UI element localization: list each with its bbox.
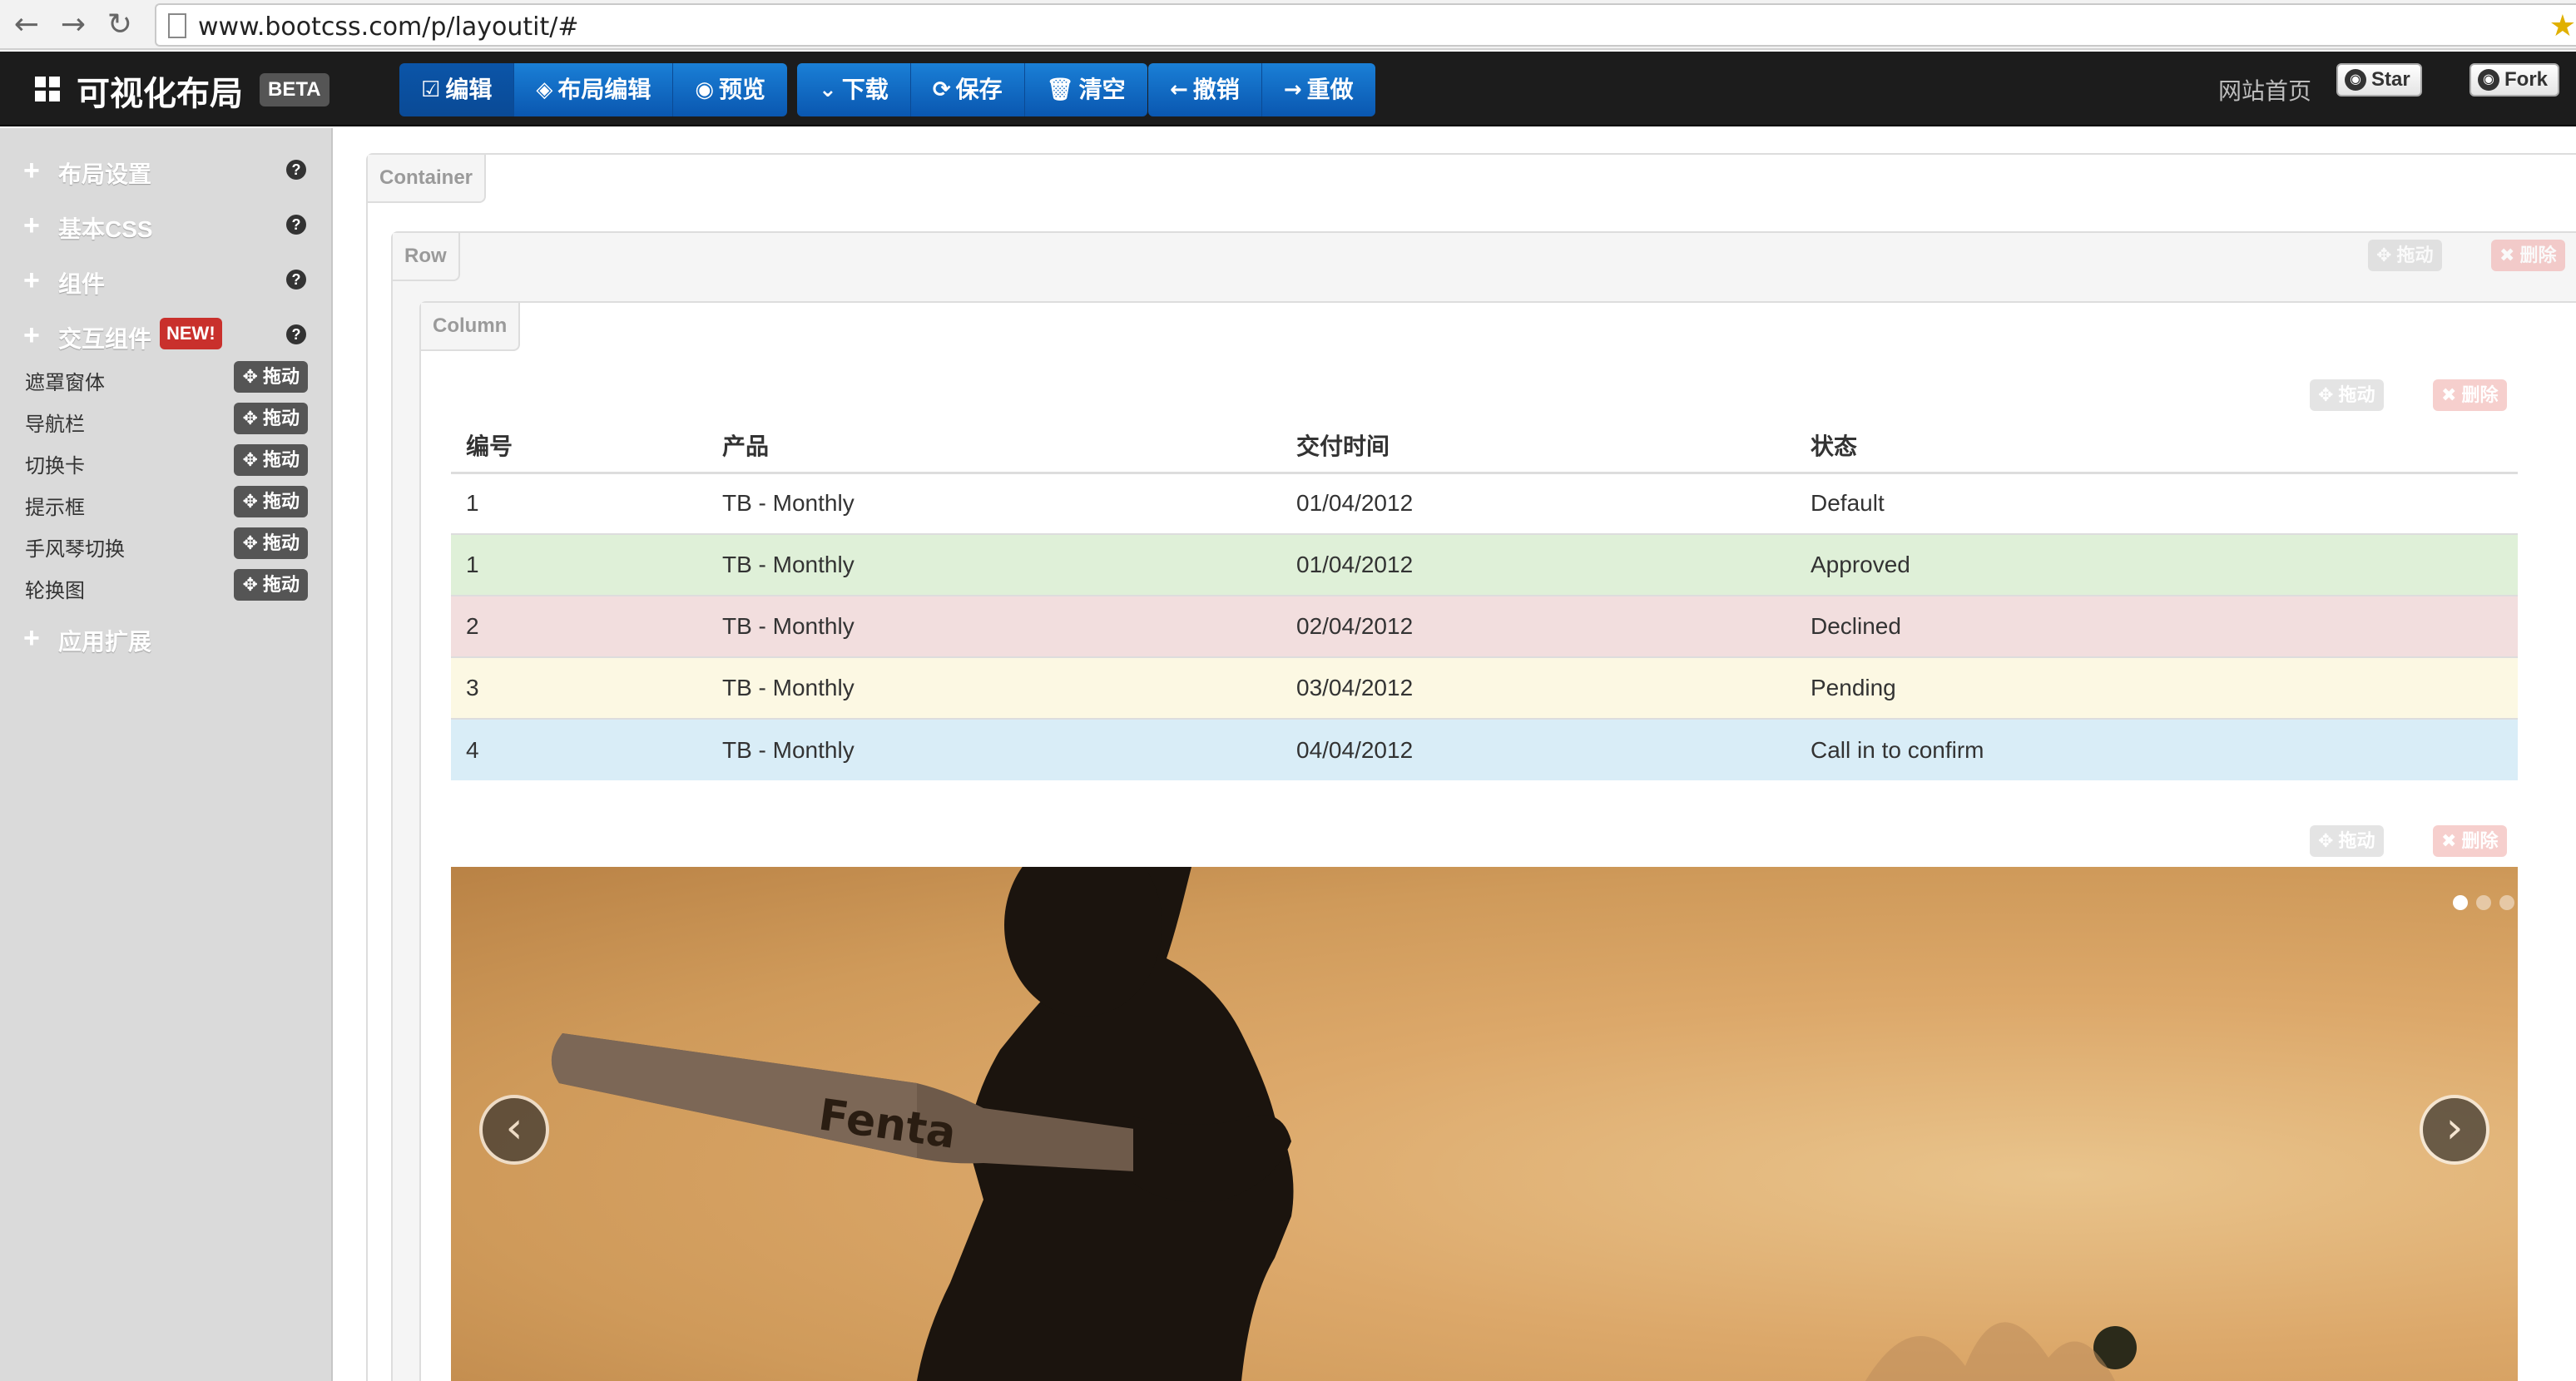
trash-icon: 🗑 (1046, 77, 1074, 102)
plus-icon: + (23, 265, 40, 296)
row-drag-button[interactable]: ✥ 拖动 (2368, 240, 2442, 271)
table-header-row: 编号 产品 交付时间 状态 (451, 419, 2518, 474)
component-item-modal: 遮罩窗体 ✥ 拖动 (25, 361, 308, 394)
bookmark-star-icon[interactable]: ★ (2549, 8, 2576, 43)
image-carousel[interactable]: Fenta ‹ › (451, 867, 2518, 1381)
forward-arrow-icon[interactable]: → (55, 7, 92, 43)
github-fork-button[interactable]: ◉ Fork (2469, 63, 2560, 97)
back-arrow-icon[interactable]: ← (8, 7, 45, 43)
drag-handle[interactable]: ✥ 拖动 (234, 444, 308, 476)
arrow-left-icon: ← (1170, 77, 1188, 102)
column-header: 状态 (1796, 419, 2518, 474)
table-row: 1 TB - Monthly 01/04/2012 Approved (451, 533, 2518, 596)
download-button[interactable]: ⌄ 下载 (797, 63, 911, 116)
container-label: Container (368, 155, 487, 203)
sidebar-section-css[interactable]: + 基本CSS ? (23, 208, 306, 245)
address-bar[interactable]: www.bootcss.com/p/layoutit/# ★ (155, 3, 2576, 47)
table-delete-button[interactable]: ✖ 删除 (2433, 379, 2507, 411)
drag-handle[interactable]: ✥ 拖动 (234, 527, 308, 559)
arrow-right-icon: → (1283, 77, 1302, 102)
component-item-navbar: 导航栏 ✥ 拖动 (25, 403, 308, 436)
sidebar: + 布局设置 ? + 基本CSS ? + 组件 ? + 交互组件 NEW! ? … (0, 128, 333, 1381)
table-row: 1 TB - Monthly 01/04/2012 Default (451, 472, 2518, 534)
preview-button[interactable]: ◉ 预览 (673, 63, 788, 116)
help-icon[interactable]: ? (286, 160, 306, 180)
browser-toolbar: ← → ↻ www.bootcss.com/p/layoutit/# ★ (0, 0, 2576, 50)
share-icon: ⟳ (932, 77, 951, 102)
carousel-indicator[interactable] (2499, 895, 2514, 910)
undo-button[interactable]: ← 撤销 (1148, 63, 1262, 116)
sidebar-section-layout[interactable]: + 布局设置 ? (23, 153, 306, 190)
url-text: www.bootcss.com/p/layoutit/# (198, 12, 579, 42)
new-badge: NEW! (160, 318, 222, 349)
carousel-slide-image: Fenta (551, 867, 2137, 1381)
beta-badge: BETA (260, 73, 329, 106)
table-drag-button[interactable]: ✥ 拖动 (2310, 379, 2384, 411)
brand-title[interactable]: 可视化布局 (77, 67, 243, 115)
row-delete-button[interactable]: ✖ 删除 (2491, 240, 2565, 271)
carousel-next-button[interactable]: › (2420, 1095, 2489, 1165)
github-icon: ◉ (2345, 69, 2366, 91)
sidebar-section-components[interactable]: + 组件 ? (23, 263, 306, 299)
carousel-indicator[interactable] (2453, 895, 2468, 910)
carousel-drag-button[interactable]: ✥ 拖动 (2310, 825, 2384, 857)
row-label: Row (393, 233, 460, 281)
help-icon[interactable]: ? (286, 324, 306, 344)
column-header: 交付时间 (1281, 419, 1796, 474)
edit-mode-group: ☑ 编辑 ◈ 布局编辑 ◉ 预览 (399, 63, 788, 116)
plus-icon: + (23, 319, 40, 351)
carousel-delete-button[interactable]: ✖ 删除 (2433, 825, 2507, 857)
clear-button[interactable]: 🗑 清空 (1024, 63, 1147, 116)
carousel-indicator[interactable] (2476, 895, 2491, 910)
plus-icon: + (23, 210, 40, 241)
layout-edit-icon: ◈ (536, 77, 553, 102)
component-item-tabs: 切换卡 ✥ 拖动 (25, 444, 308, 478)
component-item-accordion: 手风琴切换 ✥ 拖动 (25, 527, 308, 561)
plus-icon: + (23, 622, 40, 654)
page-icon (168, 13, 186, 38)
layout-edit-button[interactable]: ◈ 布局编辑 (514, 63, 674, 116)
drag-handle[interactable]: ✥ 拖动 (234, 361, 308, 393)
carousel-prev-button[interactable]: ‹ (479, 1095, 549, 1165)
redo-button[interactable]: → 重做 (1261, 63, 1375, 116)
component-item-alert: 提示框 ✥ 拖动 (25, 486, 308, 519)
history-group: ← 撤销 → 重做 (1148, 63, 1375, 116)
sidebar-section-extensions[interactable]: + 应用扩展 (23, 621, 306, 657)
eye-icon: ◉ (695, 77, 715, 102)
help-icon[interactable]: ? (286, 270, 306, 290)
file-actions-group: ⌄ 下载 ⟳ 保存 🗑 清空 (797, 63, 1147, 116)
top-navbar: 可视化布局 BETA ☑ 编辑 ◈ 布局编辑 ◉ 预览 ⌄ 下载 ⟳ 保存 🗑 清空 ← 撤销… (0, 52, 2576, 126)
edit-icon: ☑ (421, 77, 441, 102)
column-label: Column (421, 303, 521, 351)
home-link[interactable]: 网站首页 (2218, 73, 2311, 106)
table-row: 4 TB - Monthly 04/04/2012 Call in to con… (451, 718, 2518, 780)
save-button[interactable]: ⟳ 保存 (910, 63, 1025, 116)
help-icon[interactable]: ? (286, 215, 306, 235)
table-row: 3 TB - Monthly 03/04/2012 Pending (451, 656, 2518, 719)
drag-handle[interactable]: ✥ 拖动 (234, 403, 308, 434)
edit-button[interactable]: ☑ 编辑 (399, 63, 515, 116)
github-icon: ◉ (2478, 69, 2499, 91)
column-header: 产品 (707, 419, 1281, 474)
drag-handle[interactable]: ✥ 拖动 (234, 569, 308, 601)
grid-logo-icon (35, 77, 60, 101)
data-table: 编号 产品 交付时间 状态 1 TB - Monthly 01/04/2012 … (451, 419, 2518, 780)
column-header: 编号 (451, 419, 707, 474)
plus-icon: + (23, 155, 40, 186)
drag-handle[interactable]: ✥ 拖动 (234, 486, 308, 517)
table-row: 2 TB - Monthly 02/04/2012 Declined (451, 595, 2518, 657)
reload-icon[interactable]: ↻ (102, 7, 138, 43)
sidebar-section-interactive[interactable]: + 交互组件 NEW! ? (23, 318, 306, 354)
component-item-carousel: 轮换图 ✥ 拖动 (25, 569, 308, 602)
github-star-button[interactable]: ◉ Star (2336, 63, 2422, 97)
chevron-down-icon: ⌄ (819, 77, 837, 102)
